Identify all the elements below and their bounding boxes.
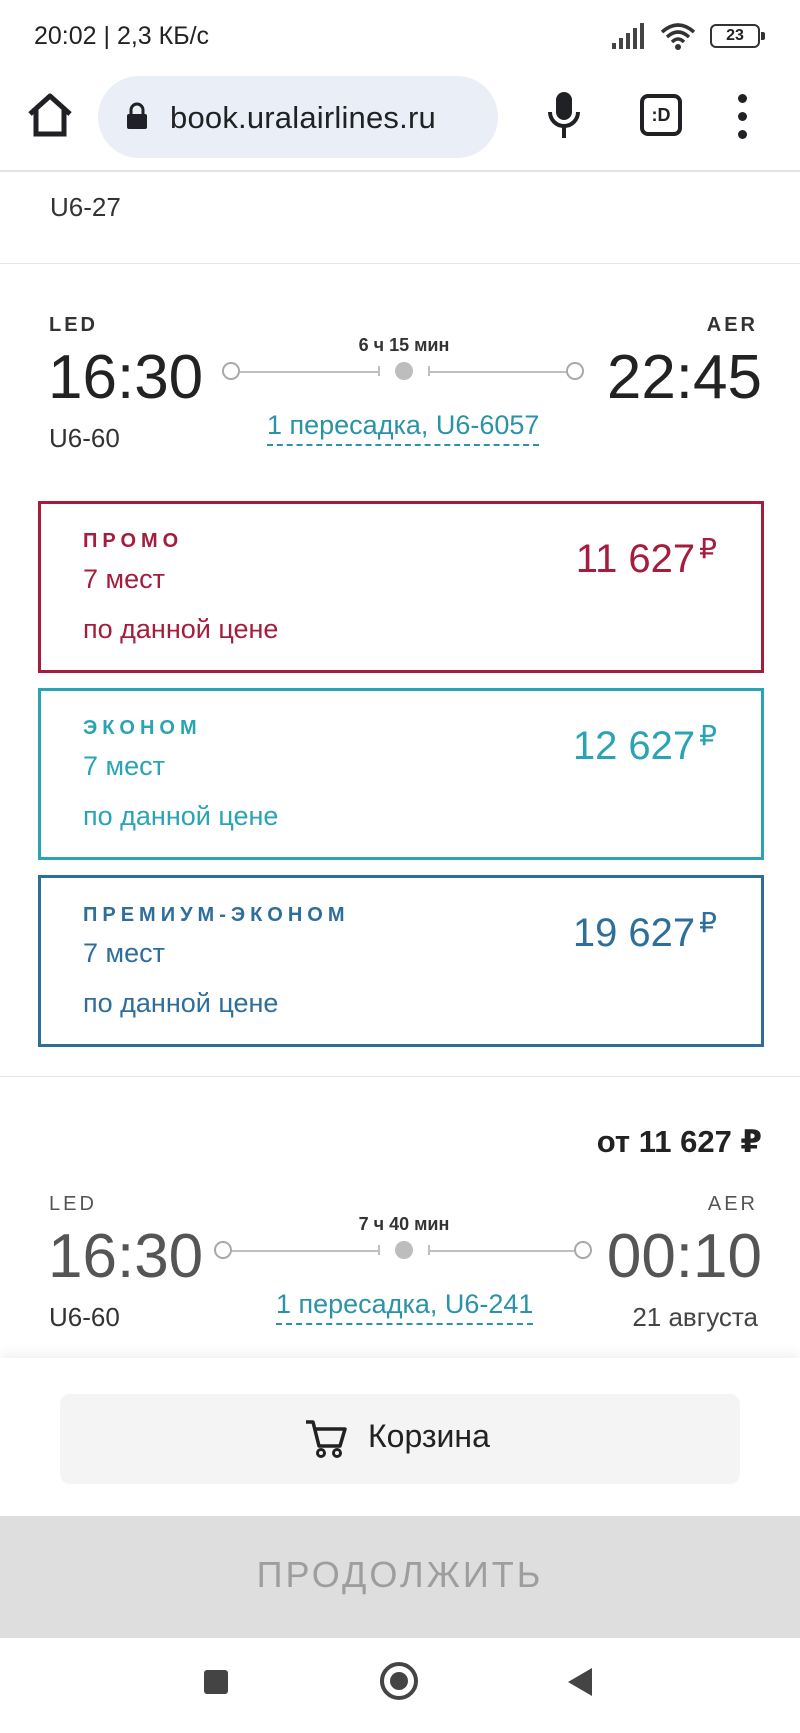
fare-price-value: 19 627 — [572, 911, 696, 955]
fare-seats: 7 мест — [83, 751, 165, 781]
lock-icon — [127, 102, 147, 129]
continue-label: ПРОДОЛЖИТЬ — [256, 1554, 544, 1595]
arrival-airport: AER — [706, 314, 758, 336]
status-icons: 23 — [612, 22, 765, 50]
home-icon[interactable] — [24, 90, 76, 142]
url-bar[interactable]: book.uralairlines.ru — [98, 76, 498, 158]
back-icon[interactable] — [568, 1668, 592, 1696]
fare-seats: 7 мест — [83, 564, 165, 594]
fare-price-value: 12 627 — [572, 724, 696, 768]
fare-note: по данной цене — [83, 614, 279, 644]
flight-code: U6-60 — [49, 1302, 120, 1332]
transfer-link[interactable]: 1 пересадка, U6-6057 — [267, 410, 540, 446]
fare-card-economy[interactable]: ЭКОНОМ 7 мест по данной цене 12 627 ₽ — [38, 688, 764, 860]
home-circle-icon[interactable] — [380, 1662, 418, 1700]
flight-code: U6-60 — [49, 423, 120, 453]
departure-airport: LED — [49, 1193, 97, 1215]
arrival-time: 00:10 — [606, 1222, 762, 1291]
fare-name: ПРОМО — [83, 530, 184, 552]
fare-price: 11 627 ₽ — [576, 532, 717, 582]
route-line — [428, 371, 566, 373]
route-start-dot — [214, 1241, 232, 1259]
tabs-button[interactable]: :D — [640, 94, 682, 136]
microphone-icon[interactable] — [544, 88, 584, 144]
from-price: от 11 627 ₽ — [596, 1124, 762, 1159]
continue-button[interactable]: ПРОДОЛЖИТЬ — [0, 1516, 800, 1638]
fare-card-premium-economy[interactable]: ПРЕМИУМ-ЭКОНОМ 7 мест по данной цене 19 … — [38, 875, 764, 1047]
more-menu-icon[interactable] — [734, 90, 750, 142]
arrival-time: 22:45 — [606, 343, 762, 412]
fare-name: ПРЕМИУМ-ЭКОНОМ — [83, 904, 350, 926]
status-bar: 20:02 | 2,3 КБ/с 23 — [0, 0, 800, 72]
transfer-dot — [395, 1241, 413, 1259]
fare-note: по данной цене — [83, 988, 279, 1018]
flight-duration: 6 ч 15 мин — [358, 335, 450, 355]
ruble-symbol: ₽ — [699, 720, 717, 751]
previous-flight-code: U6-27 — [50, 192, 121, 222]
fare-name: ЭКОНОМ — [83, 717, 202, 739]
browser-toolbar: book.uralairlines.ru :D — [0, 72, 800, 172]
route-line — [240, 371, 380, 373]
ruble-symbol: ₽ — [699, 907, 717, 938]
fare-seats: 7 мест — [83, 938, 165, 968]
battery-icon: 23 — [710, 24, 765, 48]
signal-icon — [612, 23, 644, 49]
divider — [0, 1076, 800, 1077]
route-end-dot — [574, 1241, 592, 1259]
arrival-date: 21 августа — [632, 1302, 758, 1332]
route-end-dot — [566, 362, 584, 380]
transfer-link[interactable]: 1 пересадка, U6-241 — [276, 1289, 534, 1325]
fare-card-promo[interactable]: ПРОМО 7 мест по данной цене 11 627 ₽ — [38, 501, 764, 673]
arrival-airport: AER — [707, 1193, 758, 1215]
wifi-icon — [660, 23, 696, 50]
cart-label: Корзина — [368, 1418, 490, 1454]
recent-apps-icon[interactable] — [204, 1670, 228, 1694]
route-line — [428, 1250, 574, 1252]
cart-button[interactable]: Корзина — [60, 1394, 740, 1484]
route-start-dot — [222, 362, 240, 380]
route-tick — [378, 366, 380, 376]
cart-icon — [306, 1420, 347, 1458]
divider — [0, 263, 800, 264]
route-line — [232, 1250, 380, 1252]
system-navbar — [0, 1638, 800, 1733]
ruble-symbol: ₽ — [699, 533, 717, 564]
cart-area: Корзина — [0, 1358, 800, 1516]
flight-duration: 7 ч 40 мин — [358, 1214, 450, 1234]
fare-price: 12 627 ₽ — [573, 719, 717, 769]
transfer-dot — [395, 362, 413, 380]
departure-time: 16:30 — [48, 343, 204, 412]
fare-note: по данной цене — [83, 801, 279, 831]
url-text: book.uralairlines.ru — [170, 100, 436, 135]
route-tick — [378, 1245, 380, 1255]
status-time-speed: 20:02 | 2,3 КБ/с — [34, 22, 210, 50]
departure-airport: LED — [49, 314, 98, 336]
departure-time: 16:30 — [48, 1222, 204, 1291]
fare-price-value: 11 627 — [575, 537, 696, 581]
fare-price: 19 627 ₽ — [573, 906, 717, 956]
